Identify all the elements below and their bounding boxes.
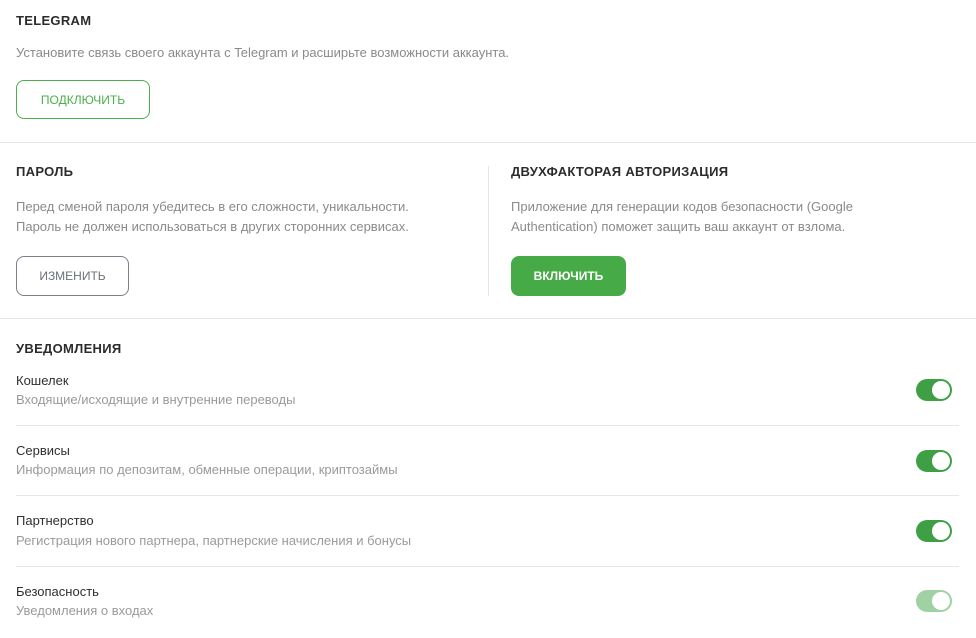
notification-partnership-toggle[interactable]	[916, 520, 952, 542]
divider	[16, 425, 959, 426]
section-separator	[488, 166, 489, 296]
divider	[16, 566, 959, 567]
change-password-button[interactable]: ИЗМЕНИТЬ	[16, 256, 129, 296]
notification-wallet-title: Кошелек	[16, 373, 69, 388]
toggle-knob	[932, 381, 950, 399]
notifications-title: УВЕДОМЛЕНИЯ	[16, 341, 122, 356]
notification-wallet-toggle[interactable]	[916, 379, 952, 401]
notification-services-toggle[interactable]	[916, 450, 952, 472]
password-description-line1: Перед сменой пароля убедитесь в его слож…	[16, 199, 409, 214]
notification-security-toggle[interactable]	[916, 590, 952, 612]
divider	[0, 318, 976, 319]
divider	[16, 495, 959, 496]
notification-wallet-description: Входящие/исходящие и внутренние переводы	[16, 392, 296, 407]
notification-partnership-title: Партнерство	[16, 513, 94, 528]
telegram-title: TELEGRAM	[16, 13, 92, 28]
notification-security-description: Уведомления о входах	[16, 603, 154, 618]
notification-services-description: Информация по депозитам, обменные операц…	[16, 462, 398, 477]
toggle-knob	[932, 592, 950, 610]
toggle-knob	[932, 452, 950, 470]
toggle-knob	[932, 522, 950, 540]
password-title: ПАРОЛЬ	[16, 164, 74, 179]
telegram-description: Установите связь своего аккаунта с Teleg…	[16, 45, 510, 60]
divider	[0, 142, 976, 143]
twofa-description-line1: Приложение для генерации кодов безопасно…	[511, 199, 853, 214]
twofa-title: ДВУХФАКТОРАЯ АВТОРИЗАЦИЯ	[511, 164, 729, 179]
twofa-description-line2: Authentication) поможет защить ваш аккау…	[511, 219, 846, 234]
notification-partnership-description: Регистрация нового партнера, партнерские…	[16, 533, 412, 548]
enable-2fa-button[interactable]: ВКЛЮЧИТЬ	[511, 256, 626, 296]
notification-security-title: Безопасность	[16, 584, 99, 599]
password-description-line2: Пароль не должен использоваться в других…	[16, 219, 409, 234]
notification-services-title: Сервисы	[16, 443, 70, 458]
telegram-connect-button[interactable]: ПОДКЛЮЧИТЬ	[16, 80, 150, 119]
